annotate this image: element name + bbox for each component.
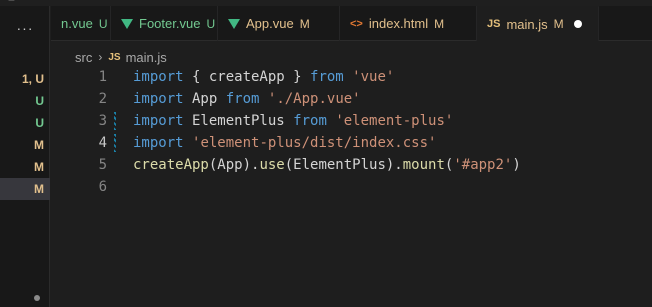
code-token: ElementPlus (183, 113, 294, 129)
code-token: from (293, 113, 327, 129)
tab-app-vue[interactable]: App.vue M (218, 6, 340, 41)
tab-index-html[interactable]: <> index.html M (340, 6, 477, 41)
tab-label: index.html (368, 16, 429, 31)
code-token: (App). (208, 157, 260, 173)
code-line[interactable]: 2 import App from './App.vue' (51, 88, 652, 110)
line-number: 2 (98, 91, 107, 107)
html-icon: <> (350, 17, 363, 30)
code-token: 'vue' (352, 69, 395, 85)
chevron-right-icon: › (98, 50, 103, 64)
breadcrumb-file[interactable]: main.js (126, 50, 167, 65)
vue-icon (228, 18, 240, 29)
code-token: (ElementPlus). (284, 157, 403, 173)
code-token: '#app2' (453, 157, 513, 173)
tab-label: App.vue (246, 16, 294, 31)
code-token: createApp (133, 157, 209, 173)
tab-status-badge: U (206, 16, 216, 31)
breadcrumb: src › JS main.js (75, 46, 167, 68)
editor-tab-bar: n.vue U Footer.vue U App.vue M <> index.html M JS… (51, 6, 652, 41)
vscode-window: ≡ ◦ ◦ ◦ ◦ ◦ ··· 1, UUUMMM n.vueUFooter.v… (0, 0, 652, 307)
code-line[interactable]: 5 createApp(App).use(ElementPlus).mount('… (51, 154, 652, 176)
js-file-icon: JS (108, 51, 121, 63)
code-token: import (133, 113, 184, 129)
code-text: import ElementPlus from 'element-plus' (133, 110, 453, 132)
code-text: import 'element-plus/dist/index.css' (133, 132, 436, 154)
tab-status-badge: M (553, 17, 564, 31)
tab-n-vue[interactable]: n.vue U (51, 6, 111, 41)
tab-footer-vue[interactable]: Footer.vue U (111, 6, 218, 41)
status-dot-icon (34, 295, 40, 301)
code-token: import (133, 135, 184, 151)
code-token: { createApp } (183, 69, 311, 85)
tab-status-badge: U (98, 16, 108, 31)
more-actions-icon[interactable]: ··· (0, 16, 50, 40)
modified-line-marker[interactable] (114, 112, 116, 130)
tab-label: Footer.vue (139, 16, 201, 31)
code-token: from (225, 91, 260, 107)
vue-icon (121, 18, 133, 29)
js-icon: JS (487, 18, 501, 30)
modified-line-marker[interactable] (114, 134, 116, 152)
scm-status-1: 1, U (21, 72, 44, 86)
code-token: ) (512, 157, 521, 173)
code-token: mount (402, 157, 445, 173)
line-number: 6 (98, 179, 107, 195)
tab-status-badge: M (299, 16, 310, 31)
code-line[interactable]: 3 import ElementPlus from 'element-plus' (51, 110, 652, 132)
scm-status-5: M (34, 160, 44, 174)
code-text: createApp(App).use(ElementPlus).mount('#… (133, 154, 521, 176)
tab-label: main.js (506, 16, 548, 32)
code-token: './App.vue' (267, 91, 361, 107)
scm-status-2: U (35, 94, 44, 108)
line-number: 3 (98, 113, 107, 129)
code-token: 'element-plus' (335, 113, 454, 129)
scm-status-list: 1, UUUMMM (0, 68, 50, 200)
code-editor[interactable]: 1 import { createApp } from 'vue' 2 import … (51, 66, 652, 198)
code-token: from (310, 69, 344, 85)
line-number: 4 (98, 135, 107, 151)
code-token: 'element-plus/dist/index.css' (192, 135, 437, 151)
line-number: 5 (98, 157, 107, 173)
breadcrumb-folder[interactable]: src (75, 50, 92, 65)
scm-status-6: M (0, 178, 50, 200)
code-text: import { createApp } from 'vue' (133, 66, 394, 88)
code-token: use (259, 157, 285, 173)
code-text: import App from './App.vue' (133, 88, 361, 110)
unsaved-dot-icon[interactable] (573, 20, 582, 28)
tab-main-js[interactable]: JS main.js M (477, 6, 599, 41)
scm-status-panel: ··· 1, UUUMMM (0, 6, 50, 307)
tab-label: n.vue (61, 16, 93, 31)
code-token: import (133, 91, 184, 107)
code-line[interactable]: 1 import { createApp } from 'vue' (51, 66, 652, 88)
code-line[interactable]: 6 (51, 176, 652, 198)
tab-status-badge: M (434, 16, 445, 31)
code-line[interactable]: 4 import 'element-plus/dist/index.css' (51, 132, 652, 154)
code-token: App (183, 91, 226, 107)
code-token: import (133, 69, 184, 85)
scm-status-4: M (34, 138, 44, 152)
line-number: 1 (98, 69, 107, 85)
scm-status-3: U (35, 116, 44, 130)
